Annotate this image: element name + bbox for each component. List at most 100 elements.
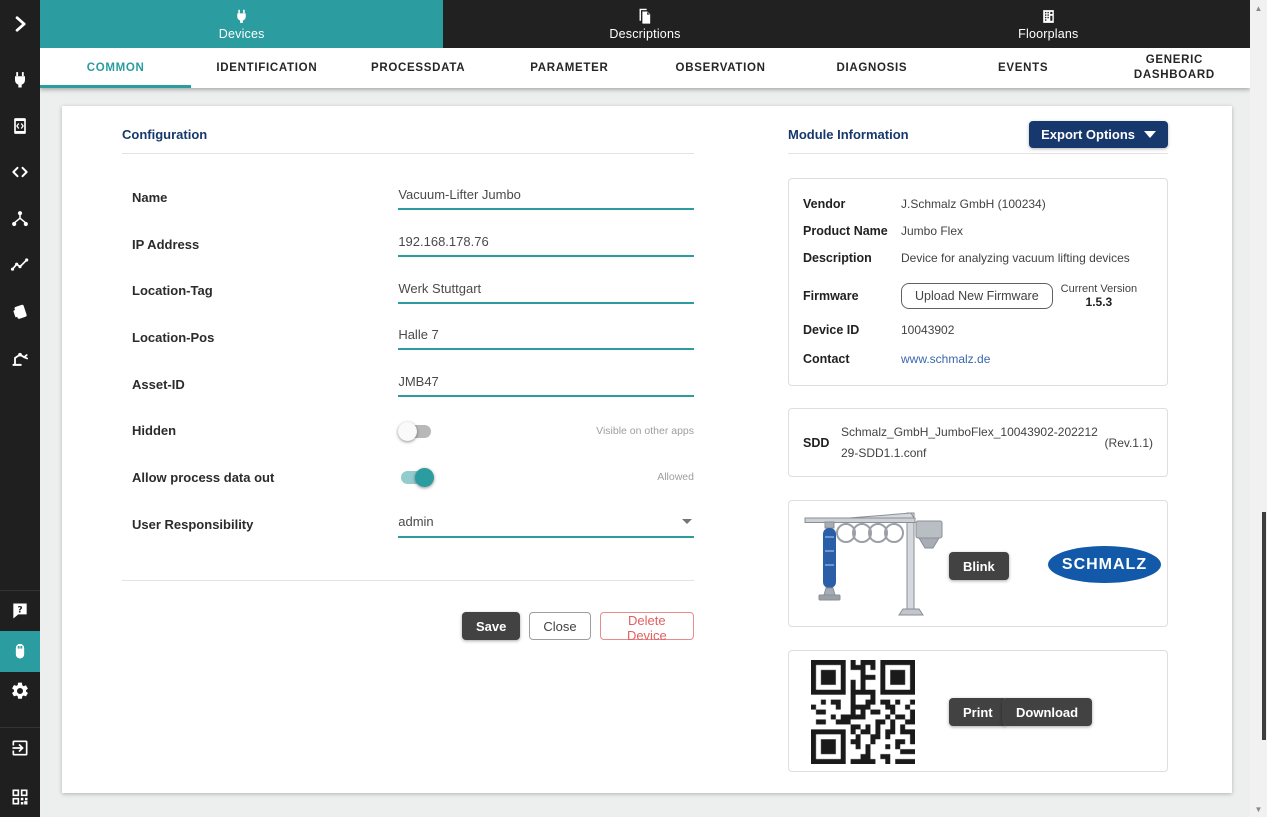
- asset-id-label: Asset-ID: [132, 377, 398, 392]
- description-label: Description: [803, 251, 901, 265]
- blink-button[interactable]: Blink: [949, 552, 1009, 580]
- expand-sidebar-icon[interactable]: [0, 4, 40, 44]
- close-button[interactable]: Close: [529, 612, 590, 640]
- sdd-card: SDD Schmalz_GmbH_JumboFlex_10043902-2022…: [788, 408, 1168, 477]
- code-icon[interactable]: [0, 152, 40, 192]
- user-responsibility-select[interactable]: admin: [398, 511, 694, 538]
- documents-icon: [636, 8, 653, 25]
- download-button[interactable]: Download: [1002, 698, 1092, 726]
- sdd-revision: (Rev.1.1): [1105, 436, 1153, 450]
- vendor-row: Vendor J.Schmalz GmbH (100234): [789, 197, 1167, 211]
- save-button[interactable]: Save: [462, 612, 520, 640]
- current-version-value: 1.5.3: [1086, 295, 1113, 309]
- ip-address-label: IP Address: [132, 237, 398, 252]
- user-responsibility-value: admin: [398, 514, 433, 529]
- analytics-icon[interactable]: [0, 245, 40, 285]
- form-row-process-data: Allow process data out Allowed: [122, 454, 694, 501]
- module-information-section: Module Information Export Options Vendor…: [788, 106, 1168, 793]
- form-row-ip: IP Address: [122, 221, 694, 268]
- location-tag-input[interactable]: [398, 278, 694, 304]
- devices-icon[interactable]: [0, 60, 40, 100]
- sdd-filename: Schmalz_GmbH_JumboFlex_10043902-20221229…: [841, 422, 1099, 464]
- tab-identification[interactable]: IDENTIFICATION: [191, 48, 342, 88]
- device-manager-icon[interactable]: [0, 106, 40, 146]
- product-name-value: Jumbo Flex: [901, 224, 963, 238]
- tab-devices-label: Devices: [219, 27, 265, 41]
- tab-descriptions-label: Descriptions: [609, 27, 680, 41]
- process-toggle[interactable]: [398, 467, 434, 487]
- form-row-asset-id: Asset-ID: [122, 361, 694, 408]
- form-row-hidden: Hidden Visible on other apps: [122, 407, 694, 454]
- qr-scanner-icon[interactable]: [0, 777, 40, 817]
- sdd-label: SDD: [803, 436, 841, 450]
- form-row-location-tag: Location-Tag: [122, 267, 694, 314]
- name-input[interactable]: [398, 184, 694, 210]
- top-navigation: Devices Descriptions Floorplans: [40, 0, 1250, 48]
- tab-observation[interactable]: OBSERVATION: [645, 48, 796, 88]
- divider: [122, 153, 694, 154]
- qr-card: Print Download: [788, 650, 1168, 772]
- configuration-section: Configuration Name IP Address Location-T…: [122, 106, 694, 793]
- tab-floorplans[interactable]: Floorplans: [847, 0, 1250, 48]
- product-name-label: Product Name: [803, 224, 901, 238]
- tab-parameter[interactable]: PARAMETER: [494, 48, 645, 88]
- page-scrollbar[interactable]: ▲ ▼: [1250, 0, 1267, 817]
- tab-diagnosis[interactable]: DIAGNOSIS: [796, 48, 947, 88]
- module-information-title: Module Information: [788, 127, 909, 142]
- device-image: [799, 507, 949, 622]
- tab-descriptions[interactable]: Descriptions: [443, 0, 846, 48]
- schmalz-logo: SCHMALZ: [1048, 546, 1161, 583]
- tab-floorplans-label: Floorplans: [1018, 27, 1078, 41]
- divider: [788, 153, 1168, 154]
- upload-firmware-button[interactable]: Upload New Firmware: [901, 283, 1053, 309]
- asset-id-input[interactable]: [398, 371, 694, 397]
- dropdown-arrow-icon: [682, 519, 692, 524]
- contact-link[interactable]: www.schmalz.de: [901, 352, 990, 366]
- vendor-value: J.Schmalz GmbH (100234): [901, 197, 1046, 211]
- export-options-button[interactable]: Export Options: [1029, 121, 1168, 148]
- description-value: Device for analyzing vacuum lifting devi…: [901, 251, 1130, 265]
- tab-processdata[interactable]: PROCESSDATA: [343, 48, 494, 88]
- vacuum-lifter-icon[interactable]: [0, 631, 40, 671]
- firmware-label: Firmware: [803, 289, 901, 303]
- svg-text:?: ?: [17, 604, 22, 615]
- sidebar: ?: [0, 0, 40, 817]
- tab-events[interactable]: EVENTS: [948, 48, 1099, 88]
- print-button[interactable]: Print: [949, 698, 1007, 726]
- help-icon[interactable]: ?: [0, 591, 40, 631]
- hidden-hint: Visible on other apps: [596, 425, 694, 437]
- documentation-icon[interactable]: [0, 292, 40, 332]
- network-icon[interactable]: [0, 199, 40, 239]
- content-card: Configuration Name IP Address Location-T…: [62, 106, 1232, 793]
- name-label: Name: [132, 190, 398, 205]
- configuration-title: Configuration: [122, 127, 207, 142]
- current-version-label: Current Version: [1061, 283, 1137, 295]
- caret-down-icon: [1144, 131, 1156, 138]
- firmware-row: Firmware Upload New Firmware Current Ver…: [789, 283, 1167, 309]
- ip-address-input[interactable]: [398, 231, 694, 257]
- settings-icon[interactable]: [0, 671, 40, 711]
- delete-device-button[interactable]: Delete Device: [600, 612, 694, 640]
- tab-devices[interactable]: Devices: [40, 0, 443, 48]
- tab-generic-dashboard[interactable]: GENERIC DASHBOARD: [1099, 48, 1250, 88]
- vendor-label: Vendor: [803, 197, 901, 211]
- contact-row: Contact www.schmalz.de: [789, 352, 1167, 366]
- hidden-toggle[interactable]: [398, 421, 434, 441]
- logout-icon[interactable]: [0, 728, 40, 768]
- hidden-label: Hidden: [132, 423, 398, 438]
- description-row: Description Device for analyzing vacuum …: [789, 251, 1167, 265]
- location-tag-label: Location-Tag: [132, 283, 398, 298]
- product-name-row: Product Name Jumbo Flex: [789, 224, 1167, 238]
- tab-common[interactable]: COMMON: [40, 48, 191, 88]
- scroll-down-arrow-icon[interactable]: ▼: [1250, 801, 1267, 817]
- robot-arm-icon[interactable]: [0, 338, 40, 378]
- scroll-up-arrow-icon[interactable]: ▲: [1250, 0, 1267, 16]
- user-responsibility-label: User Responsibility: [132, 517, 398, 532]
- module-info-card: Vendor J.Schmalz GmbH (100234) Product N…: [788, 178, 1168, 386]
- scrollbar-thumb[interactable]: [1262, 512, 1266, 740]
- device-tab-strip: COMMON IDENTIFICATION PROCESSDATA PARAME…: [40, 48, 1250, 88]
- divider: [122, 580, 694, 581]
- contact-label: Contact: [803, 352, 901, 366]
- device-id-row: Device ID 10043902: [789, 323, 1167, 337]
- location-pos-input[interactable]: [398, 324, 694, 350]
